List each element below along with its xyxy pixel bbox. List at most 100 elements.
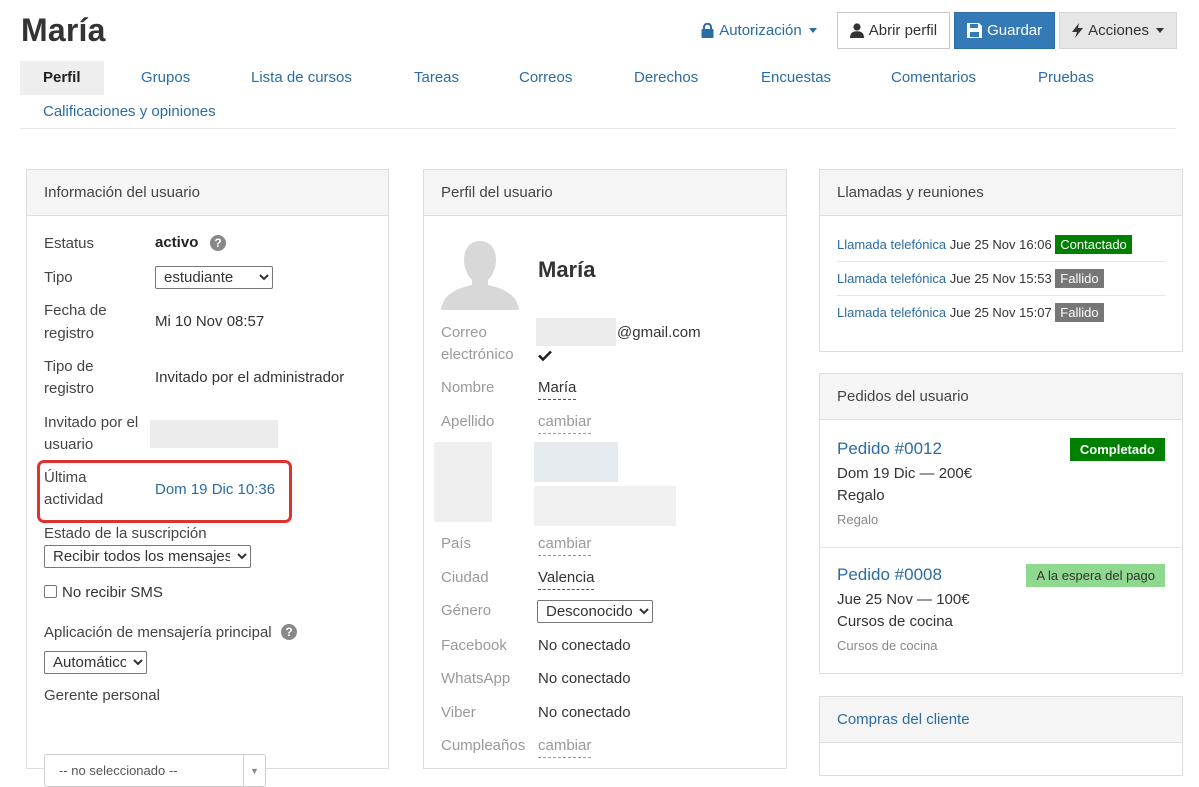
lightning-bolt-icon <box>1072 23 1084 38</box>
user-info-panel: Información del usuario Estatus activo ?… <box>26 169 389 787</box>
order-summary: Dom 19 Dic — 200€ <box>837 465 973 482</box>
last-activity-link[interactable]: Dom 19 Dic 10:36 <box>155 479 275 501</box>
tab-derechos[interactable]: Derechos <box>634 61 698 95</box>
reg-type-label-line1: Tipo de <box>44 358 94 375</box>
email-label-line2: electrónico <box>441 346 514 363</box>
order-product: Regalo <box>837 487 885 504</box>
status-badge: Fallido <box>1055 303 1104 322</box>
messenger-select[interactable]: Automático <box>44 651 147 674</box>
help-icon[interactable]: ? <box>210 235 226 251</box>
manager-label: Gerente personal <box>44 687 160 704</box>
status-badge: A la espera del pago <box>1026 564 1165 587</box>
status-label: Estatus <box>44 235 95 252</box>
divider <box>837 295 1165 296</box>
email-value: @gmail.com <box>617 324 701 341</box>
facebook-value: No conectado <box>538 637 631 654</box>
no-sms-checkbox[interactable] <box>44 585 57 598</box>
redacted-field-label <box>434 442 492 522</box>
lock-icon <box>701 23 714 38</box>
subscription-label: Estado de la suscripción <box>44 525 207 542</box>
purchases-panel: Compras del cliente <box>819 696 1183 776</box>
call-link[interactable]: Llamada telefónica <box>837 237 946 252</box>
caret-down-icon <box>1156 28 1164 33</box>
invited-by-label-line1: Invitado por el <box>44 414 139 431</box>
help-icon[interactable]: ? <box>281 624 297 640</box>
caret-down-icon <box>808 28 817 33</box>
panel-heading: Perfil del usuario <box>424 170 786 216</box>
type-label: Tipo <box>44 269 73 286</box>
tab-lista-de-cursos[interactable]: Lista de cursos <box>251 61 352 95</box>
invited-by-label-line2: usuario <box>44 436 94 453</box>
reg-date-label-line2: registro <box>44 325 95 342</box>
manager-select[interactable]: -- no seleccionado -- ▼ <box>44 754 266 787</box>
reg-date-label-line1: Fecha de <box>44 302 107 319</box>
call-link[interactable]: Llamada telefónica <box>837 305 946 320</box>
save-button[interactable]: Guardar <box>954 12 1056 49</box>
call-row: Llamada telefónica Jue 25 Nov 16:06 Cont… <box>837 235 1132 255</box>
email-label-line1: Correo <box>441 324 487 341</box>
gender-select[interactable]: Desconocido <box>537 600 653 623</box>
no-sms-option[interactable]: No recibir SMS <box>44 582 163 604</box>
reg-type-label-line2: registro <box>44 380 95 397</box>
call-link[interactable]: Llamada telefónica <box>837 271 946 286</box>
panel-heading: Información del usuario <box>27 170 388 216</box>
last-name-label: Apellido <box>441 413 495 430</box>
call-date: Jue 25 Nov 15:07 <box>949 305 1052 320</box>
status-badge: Completado <box>1069 438 1165 461</box>
purchases-heading-link[interactable]: Compras del cliente <box>820 697 1182 743</box>
actions-dropdown-button[interactable]: Acciones <box>1059 12 1177 49</box>
order-subtitle: Cursos de cocina <box>837 638 938 653</box>
tab-correos[interactable]: Correos <box>519 61 572 95</box>
tab-encuestas[interactable]: Encuestas <box>761 61 831 95</box>
tab-calificaciones-y-opiniones[interactable]: Calificaciones y opiniones <box>43 95 216 129</box>
redacted-inviter <box>150 420 278 448</box>
city-label: Ciudad <box>441 569 489 586</box>
country-change-link[interactable]: cambiar <box>538 533 592 556</box>
status-badge: Contactado <box>1055 235 1132 254</box>
subscription-select[interactable]: Recibir todos los mensajes <box>44 545 251 568</box>
tab-comentarios[interactable]: Comentarios <box>891 61 976 95</box>
call-date: Jue 25 Nov 16:06 <box>949 237 1052 252</box>
panel-heading: Llamadas y reuniones <box>820 170 1182 216</box>
order-subtitle: Regalo <box>837 512 879 527</box>
whatsapp-value: No conectado <box>538 670 631 687</box>
calls-panel: Llamadas y reuniones Llamada telefónica … <box>819 169 1183 352</box>
order-link[interactable]: Pedido #0012 <box>837 439 942 459</box>
user-profile-panel: Perfil del usuario María Correo electrón… <box>423 169 787 769</box>
first-name-value[interactable]: María <box>538 377 577 400</box>
city-value[interactable]: Valencia <box>538 567 595 590</box>
authorization-label: Autorización <box>719 22 802 39</box>
last-name-change-link[interactable]: cambiar <box>538 411 592 434</box>
profile-tabs: Perfil Grupos Lista de cursos Tareas Cor… <box>20 61 1176 129</box>
user-icon <box>849 23 864 38</box>
orders-panel: Pedidos del usuario Pedido #0012 Complet… <box>819 373 1183 674</box>
whatsapp-label: WhatsApp <box>441 670 511 687</box>
type-select[interactable]: estudiante <box>155 266 273 289</box>
call-row: Llamada telefónica Jue 25 Nov 15:07 Fall… <box>837 303 1104 323</box>
gender-label: Género <box>441 602 492 619</box>
open-profile-button[interactable]: Abrir perfil <box>836 12 951 49</box>
floppy-disk-icon <box>967 23 983 38</box>
redacted-email-user <box>536 318 616 346</box>
tab-pruebas[interactable]: Pruebas <box>1038 61 1094 95</box>
birthday-change-link[interactable]: cambiar <box>538 735 592 758</box>
last-activity-label-line2: actividad <box>44 491 104 508</box>
divider <box>837 261 1165 262</box>
panel-heading: Pedidos del usuario <box>820 374 1182 420</box>
authorization-dropdown[interactable]: Autorización <box>701 22 817 39</box>
order-link[interactable]: Pedido #0008 <box>837 565 942 585</box>
divider <box>820 547 1182 548</box>
redacted-field-value <box>534 442 618 482</box>
viber-value: No conectado <box>538 704 631 721</box>
order-summary: Jue 25 Nov — 100€ <box>837 591 970 608</box>
tab-tareas[interactable]: Tareas <box>414 61 459 95</box>
order-product: Cursos de cocina <box>837 613 953 630</box>
reg-type-value: Invitado por el administrador <box>155 369 345 386</box>
tab-grupos[interactable]: Grupos <box>141 61 190 95</box>
country-label: País <box>441 535 472 552</box>
last-activity-label-line1: Última <box>44 469 87 486</box>
first-name-label: Nombre <box>441 379 495 396</box>
status-badge: Fallido <box>1055 269 1104 288</box>
tab-perfil[interactable]: Perfil <box>20 61 104 95</box>
birthday-label: Cumpleaños <box>441 737 526 754</box>
